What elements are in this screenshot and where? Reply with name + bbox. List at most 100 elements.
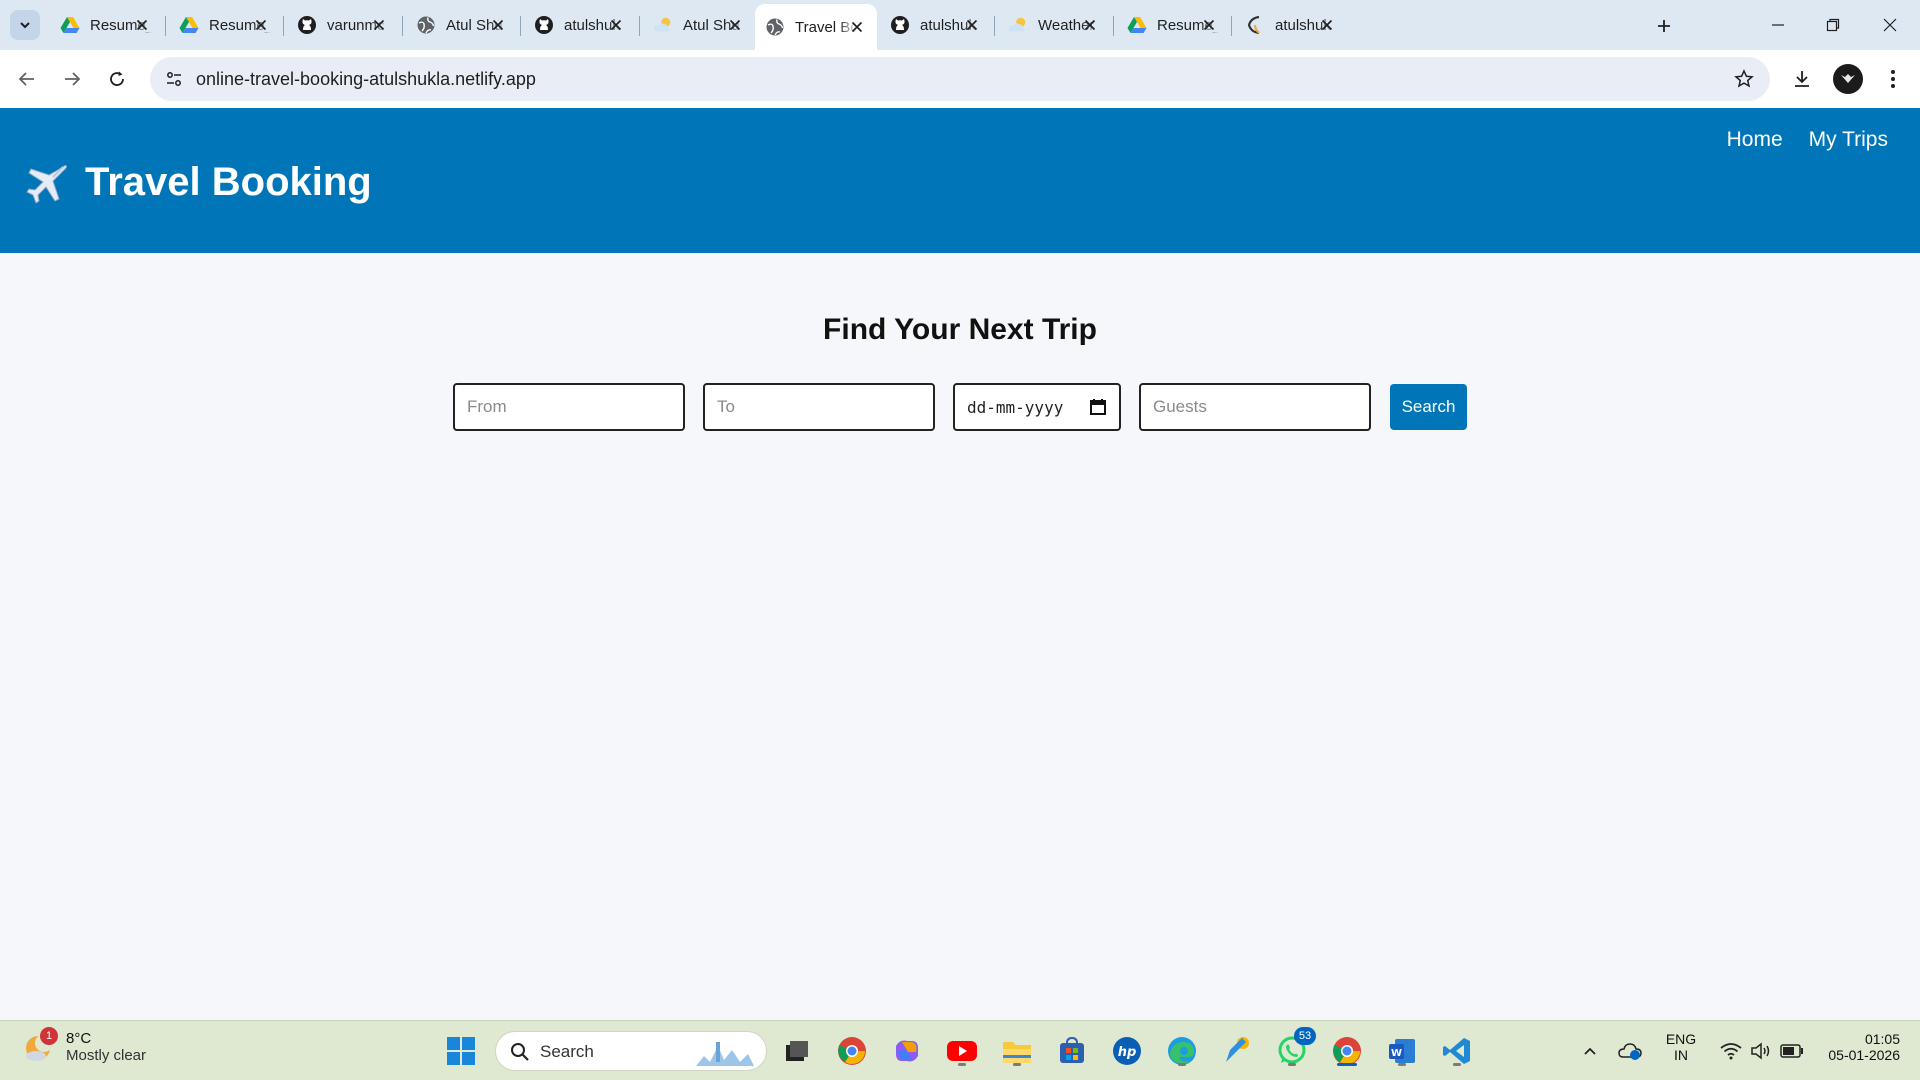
svg-text:W: W xyxy=(1391,1048,1402,1059)
tab-separator xyxy=(1113,16,1114,36)
taskbar-chrome-app[interactable] xyxy=(834,1033,870,1069)
guests-input[interactable] xyxy=(1139,383,1371,431)
start-button[interactable] xyxy=(443,1033,479,1069)
reload-button[interactable] xyxy=(102,64,132,94)
language-line1: ENG xyxy=(1665,1031,1697,1047)
weather-widget[interactable]: 1 8°C Mostly clear xyxy=(22,1027,147,1064)
youtube-icon xyxy=(947,1041,977,1061)
chevron-up-icon xyxy=(1584,1047,1596,1055)
browser-menu-button[interactable] xyxy=(1878,64,1908,94)
browser-tab[interactable]: Travel Bo xyxy=(755,4,877,50)
browser-tab[interactable]: Resume_ xyxy=(169,8,281,42)
browser-toolbar: online-travel-booking-atulshukla.netlify… xyxy=(0,50,1920,108)
minimize-button[interactable] xyxy=(1761,10,1795,40)
taskbar-word-app[interactable]: W xyxy=(1384,1033,1420,1069)
taskbar-edge-app[interactable] xyxy=(1164,1033,1200,1069)
taskbar-store-app[interactable] xyxy=(1054,1033,1090,1069)
browser-tab[interactable]: Resume_ xyxy=(50,8,162,42)
task-view-button[interactable] xyxy=(779,1033,815,1069)
address-bar[interactable]: online-travel-booking-atulshukla.netlify… xyxy=(150,57,1770,101)
close-tab-icon[interactable] xyxy=(606,15,626,35)
search-button[interactable]: Search xyxy=(1390,384,1467,430)
downloads-button[interactable] xyxy=(1787,64,1817,94)
to-input[interactable] xyxy=(703,383,935,431)
taskbar-copilot-app[interactable] xyxy=(889,1033,925,1069)
close-tab-icon[interactable] xyxy=(488,15,508,35)
taskbar-youtube-app[interactable] xyxy=(944,1033,980,1069)
quick-settings-button[interactable] xyxy=(1712,1033,1812,1069)
show-hidden-icons-button[interactable] xyxy=(1575,1033,1605,1069)
onedrive-tray-button[interactable] xyxy=(1615,1033,1645,1069)
taskbar-chrome-active-app[interactable] xyxy=(1329,1033,1365,1069)
close-icon xyxy=(1883,18,1897,32)
date-input[interactable]: dd-mm-yyyy xyxy=(953,383,1121,431)
site-header: Travel Booking Home My Trips xyxy=(0,108,1920,253)
nav-my-trips-link[interactable]: My Trips xyxy=(1809,128,1888,152)
browser-tab[interactable]: Resume_ xyxy=(1117,8,1229,42)
taskbar-hp-app[interactable]: hp xyxy=(1109,1033,1145,1069)
restore-icon xyxy=(1826,18,1840,32)
close-tab-icon[interactable] xyxy=(962,15,982,35)
close-tab-icon[interactable] xyxy=(132,15,152,35)
back-button[interactable] xyxy=(12,64,42,94)
taskbar-vscode-app[interactable] xyxy=(1439,1033,1475,1069)
copilot-icon xyxy=(896,1040,918,1062)
close-tab-icon[interactable] xyxy=(725,15,745,35)
site-settings-icon[interactable] xyxy=(162,67,186,91)
chrome-icon xyxy=(838,1037,866,1065)
tab-separator xyxy=(165,16,166,36)
url-text[interactable]: online-travel-booking-atulshukla.netlify… xyxy=(196,69,536,90)
plus-icon xyxy=(1658,20,1670,32)
new-tab-button[interactable] xyxy=(1650,12,1678,40)
wifi-icon xyxy=(1720,1043,1742,1060)
close-tab-icon[interactable] xyxy=(1199,15,1219,35)
tab-separator xyxy=(283,16,284,36)
language-indicator[interactable]: ENG IN xyxy=(1660,1031,1702,1063)
restore-button[interactable] xyxy=(1816,10,1850,40)
nav-home-link[interactable]: Home xyxy=(1727,128,1783,152)
task-view-icon xyxy=(786,1041,808,1061)
close-tab-icon[interactable] xyxy=(847,17,867,37)
from-input[interactable] xyxy=(453,383,685,431)
tab-search-button[interactable] xyxy=(10,10,40,40)
close-tab-icon[interactable] xyxy=(1317,15,1337,35)
browser-tab[interactable]: atulshuk xyxy=(880,8,992,42)
tab-separator xyxy=(402,16,403,36)
running-indicator xyxy=(1178,1063,1186,1066)
github-icon xyxy=(534,15,554,35)
google-drive-icon xyxy=(179,15,199,35)
arrow-right-icon xyxy=(65,72,81,86)
taskbar-file-explorer-app[interactable] xyxy=(999,1033,1035,1069)
google-drive-icon xyxy=(60,15,80,35)
weather-cloud-icon xyxy=(653,15,673,35)
bookmark-star-icon[interactable] xyxy=(1732,67,1756,91)
browser-tab[interactable]: Atul Shu xyxy=(406,8,518,42)
taskbar-whatsapp-app[interactable]: 53 xyxy=(1274,1027,1316,1069)
browser-tab[interactable]: atulshuk xyxy=(1235,8,1347,42)
calendar-icon[interactable] xyxy=(1089,398,1107,416)
close-tab-icon[interactable] xyxy=(251,15,271,35)
browser-tab[interactable]: varunmc xyxy=(287,8,399,42)
forward-button[interactable] xyxy=(57,64,87,94)
brand[interactable]: Travel Booking xyxy=(25,160,372,205)
close-window-button[interactable] xyxy=(1873,10,1907,40)
browser-tab[interactable]: Weather xyxy=(998,8,1110,42)
chevron-down-icon xyxy=(20,22,30,29)
browser-tab[interactable]: atulshuk xyxy=(524,8,636,42)
store-icon xyxy=(1060,1036,1084,1063)
github-icon xyxy=(890,15,910,35)
weather-desc: Mostly clear xyxy=(66,1047,147,1064)
profile-avatar[interactable] xyxy=(1833,64,1863,94)
taskbar-search[interactable]: Search xyxy=(495,1031,767,1071)
kebab-menu-icon xyxy=(1891,70,1895,88)
taskbar-widget-app[interactable] xyxy=(1219,1033,1255,1069)
clock[interactable]: 01:05 05-01-2026 xyxy=(1808,1031,1900,1063)
close-tab-icon[interactable] xyxy=(369,15,389,35)
search-heading: Find Your Next Trip xyxy=(823,313,1097,346)
airplane-icon xyxy=(26,164,67,204)
tab-separator xyxy=(994,16,995,36)
vscode-icon xyxy=(1443,1038,1470,1064)
netlify-icon xyxy=(1245,15,1265,35)
browser-tab[interactable]: Atul Shu xyxy=(643,8,755,42)
close-tab-icon[interactable] xyxy=(1080,15,1100,35)
